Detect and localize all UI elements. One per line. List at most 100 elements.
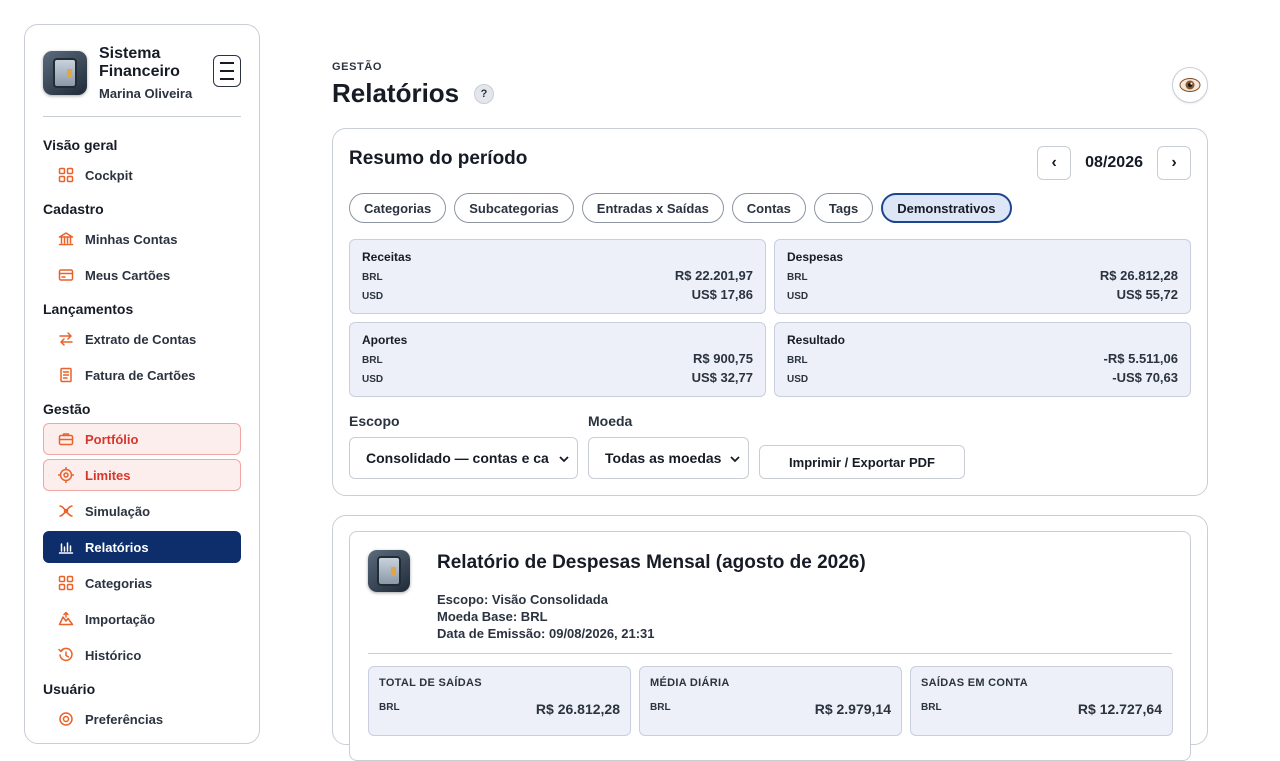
- sidebar-item-icon: [58, 331, 74, 347]
- sidebar-item-label: Simulação: [85, 503, 151, 519]
- sidebar-item-simulacao[interactable]: Simulação: [43, 495, 241, 527]
- sidebar-nav: Visão geral Cockpit Cadastro Minhas Contas M…: [43, 137, 241, 735]
- sidebar-item-limites[interactable]: Limites: [43, 459, 241, 491]
- sidebar-item-fatura-de-cartoes[interactable]: Fatura de Cartões: [43, 359, 241, 391]
- sidebar-item-icon: [58, 267, 74, 283]
- scope-label: Escopo: [349, 413, 400, 429]
- stat-value: R$ 900,75: [693, 351, 753, 366]
- settings-icon: [59, 712, 73, 726]
- tab-contas[interactable]: Contas: [731, 193, 806, 223]
- report-card-total-de-saidas: TOTAL DE SAÍDAS BRL R$ 26.812,28: [368, 666, 631, 736]
- sidebar-item-label: Meus Cartões: [85, 267, 171, 283]
- currency-select-value: Todas as moedas: [605, 450, 722, 466]
- next-period-button[interactable]: ›: [1157, 146, 1191, 180]
- sidebar-item-label: Cockpit: [85, 167, 133, 183]
- transfer-icon: [59, 332, 73, 346]
- tab-entradas-x-saidas[interactable]: Entradas x Saídas: [581, 193, 724, 223]
- tab-categorias[interactable]: Categorias: [349, 193, 447, 223]
- sidebar-section-gestao: Gestão: [43, 401, 91, 417]
- sidebar-item-cockpit[interactable]: Cockpit: [43, 159, 241, 191]
- stat-currency: BRL: [787, 355, 808, 366]
- tab-tags[interactable]: Tags: [813, 193, 874, 223]
- grid-icon: [58, 575, 74, 591]
- report-card-media-diaria: MÉDIA DIÁRIA BRL R$ 2.979,14: [639, 666, 902, 736]
- report-card-currency: BRL: [921, 702, 942, 713]
- app-logo: [43, 50, 87, 95]
- sidebar-item-label: Minhas Contas: [85, 231, 178, 247]
- help-button[interactable]: ?: [474, 84, 494, 104]
- sidebar-item-label: Extrato de Contas: [85, 331, 197, 347]
- tab-subcategorias[interactable]: Subcategorias: [454, 193, 574, 223]
- stat-value: -R$ 5.511,06: [1103, 351, 1178, 366]
- prev-period-button[interactable]: ‹: [1037, 146, 1072, 180]
- stat-currency: USD: [787, 374, 809, 385]
- sidebar-item-icon: [58, 431, 74, 447]
- sidebar-item-icon: [58, 503, 74, 519]
- briefcase-icon: [58, 433, 74, 446]
- stat-label: Aportes: [362, 333, 408, 347]
- stat-currency: BRL: [362, 272, 383, 283]
- report-card-currency: BRL: [379, 702, 400, 713]
- sidebar-item-label: Limites: [85, 467, 131, 483]
- report-card-value: R$ 26.812,28: [535, 701, 620, 717]
- sidebar-item-icon: [58, 611, 74, 627]
- period-summary-card: Resumo do período ‹ 08/2026 › Categorias…: [332, 128, 1208, 496]
- currency-select[interactable]: Todas as moedas: [588, 437, 749, 479]
- report-card-saidas-em-conta: SAÍDAS EM CONTA BRL R$ 12.727,64: [910, 666, 1173, 736]
- scope-select-value: Consolidado — contas e ca: [366, 450, 549, 466]
- report-divider: [368, 653, 1172, 654]
- sidebar-item-meus-cartoes[interactable]: Meus Cartões: [43, 259, 241, 291]
- stat-row: BRL R$ 900,75: [362, 351, 753, 370]
- sidebar-item-categorias[interactable]: Categorias: [43, 567, 241, 599]
- sidebar-item-label: Histórico: [85, 647, 142, 663]
- report-card-currency: BRL: [650, 702, 671, 713]
- report-summary-cards: TOTAL DE SAÍDAS BRL R$ 26.812,28 MÉDIA DIÁR…: [368, 666, 1173, 736]
- sidebar-item-preferencias[interactable]: Preferências: [43, 703, 241, 735]
- sidebar-item-icon: [58, 467, 74, 483]
- stat-card-resultado: Resultado BRL -R$ 5.511,06 USD -US$ 70,63: [774, 322, 1191, 397]
- page-eyebrow: GESTÃO: [332, 61, 383, 73]
- report-card-label: MÉDIA DIÁRIA: [650, 677, 730, 689]
- sidebar-item-icon: [58, 575, 74, 591]
- sidebar-item-label: Preferências: [85, 711, 164, 727]
- report-card-value: R$ 12.727,64: [1077, 701, 1162, 717]
- brand-text: Sistema Financeiro Marina Oliveira: [99, 45, 192, 101]
- upload-icon: [58, 611, 74, 626]
- user-name: Marina Oliveira: [99, 85, 193, 101]
- invoice-icon: [60, 367, 72, 383]
- sidebar-item-relatorios[interactable]: Relatórios: [43, 531, 241, 563]
- print-export-pdf-button[interactable]: Imprimir / Exportar PDF: [759, 445, 965, 479]
- stat-value: R$ 26.812,28: [1099, 268, 1178, 283]
- stat-currency: BRL: [362, 355, 383, 366]
- sidebar-item-label: Relatórios: [85, 539, 149, 555]
- brand: Sistema Financeiro Marina Oliveira: [43, 43, 241, 117]
- app-title: Sistema Financeiro: [99, 44, 180, 80]
- stat-label: Resultado: [787, 333, 846, 347]
- sidebar-item-minhas-contas[interactable]: Minhas Contas: [43, 223, 241, 255]
- summary-title: Resumo do período: [349, 148, 528, 169]
- sidebar-item-portfolio[interactable]: Portfólio: [43, 423, 241, 455]
- stat-label: Despesas: [787, 250, 844, 264]
- stat-value: US$ 55,72: [1116, 287, 1178, 302]
- sidebar-item-icon: [58, 231, 74, 247]
- grid-icon: [58, 167, 74, 183]
- scope-select[interactable]: Consolidado — contas e ca: [349, 437, 578, 479]
- sidebar-item-icon: [58, 539, 74, 555]
- visibility-toggle-button[interactable]: [1172, 67, 1208, 103]
- sidebar-item-label: Importação: [85, 611, 156, 627]
- stat-row: USD US$ 32,77: [362, 370, 753, 389]
- report-document: Relatório de Despesas Mensal (agosto de …: [349, 531, 1191, 761]
- report-tabs: Categorias Subcategorias Entradas x Saídas…: [349, 193, 1012, 223]
- sidebar-item-extrato-de-contas[interactable]: Extrato de Contas: [43, 323, 241, 355]
- credit-card-icon: [58, 269, 74, 281]
- summary-stats: Receitas BRL R$ 22.201,97 USD US$ 17,86 Despe…: [349, 239, 1191, 397]
- sidebar-item-historico[interactable]: Histórico: [43, 639, 241, 671]
- report-issued-date: Data de Emissão: 09/08/2026, 21:31: [437, 626, 655, 641]
- sidebar-item-importacao[interactable]: Importação: [43, 603, 241, 635]
- tab-demonstrativos[interactable]: Demonstrativos: [881, 193, 1012, 223]
- stat-card-aportes: Aportes BRL R$ 900,75 USD US$ 32,77: [349, 322, 766, 397]
- sidebar-item-label: Fatura de Cartões: [85, 367, 196, 383]
- stat-value: US$ 17,86: [691, 287, 753, 302]
- menu-toggle-button[interactable]: [213, 55, 241, 87]
- currency-label: Moeda: [588, 413, 633, 429]
